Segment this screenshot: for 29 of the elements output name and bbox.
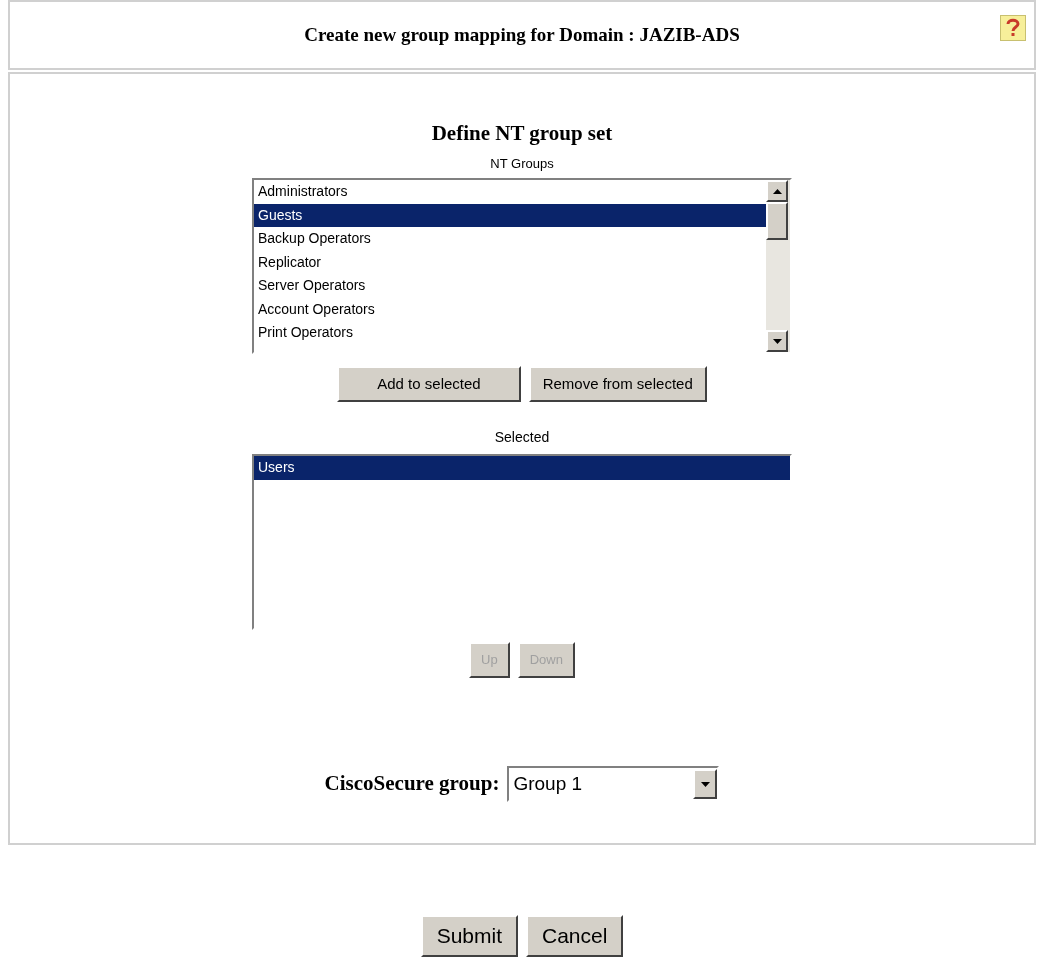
list-label: NT Groups — [490, 154, 554, 173]
button[interactable]: Add to selected — [337, 366, 521, 402]
button[interactable]: Cancel — [526, 915, 624, 957]
list-item[interactable]: Server Operators — [254, 274, 766, 298]
list-item[interactable]: Users — [254, 456, 790, 480]
scroll-up-button[interactable] — [766, 180, 788, 202]
list-item[interactable]: Account Operators — [254, 297, 766, 321]
field-label: CiscoSecure group: — [324, 770, 500, 798]
help-icon[interactable] — [1000, 15, 1026, 41]
list-label: Selected — [494, 428, 550, 447]
down-arrow-icon — [772, 338, 782, 344]
scroll-down-button[interactable] — [766, 330, 788, 352]
nt-groups-listbox[interactable]: Administrators Guests Backup Operators Replicator Server Operators Account Operators Print Operators — [252, 178, 792, 354]
up-arrow-icon — [772, 188, 782, 194]
list-item[interactable]: Backup Operators — [254, 227, 766, 251]
section-title: Define NT group set — [431, 120, 613, 147]
caret-icon — [700, 781, 710, 787]
scrollbar[interactable] — [766, 180, 790, 352]
selected-groups-listbox[interactable]: Users — [252, 454, 792, 630]
dropdown-button[interactable] — [693, 769, 718, 799]
list-item[interactable]: Print Operators — [254, 321, 766, 345]
page-title: Create new group mapping for Domain : JAZIB-ADS — [304, 22, 740, 47]
button[interactable]: Remove from selected — [528, 366, 707, 402]
group-dropdown[interactable]: Group 1 — [507, 766, 720, 802]
button[interactable]: Submit — [420, 915, 518, 957]
list-item[interactable]: Replicator — [254, 250, 766, 274]
scroll-thumb[interactable] — [766, 202, 788, 240]
list-item[interactable]: Administrators — [254, 180, 766, 204]
list-item[interactable]: Guests — [254, 203, 766, 227]
